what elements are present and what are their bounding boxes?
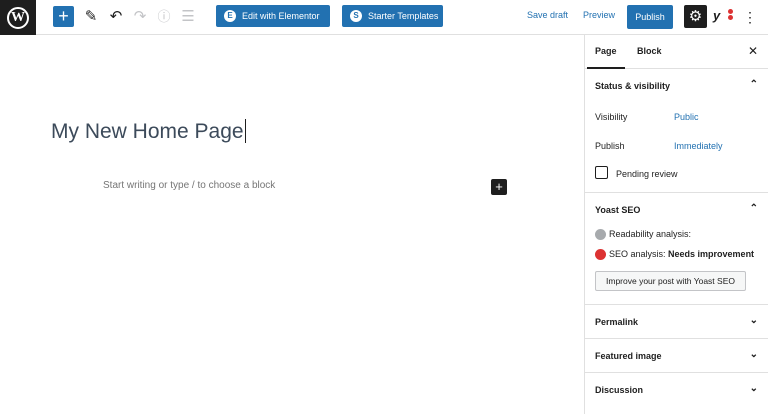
publish-row: Publish Immediately — [585, 131, 768, 160]
discussion-heading: Discussion — [595, 385, 644, 395]
edit-with-elementor-button[interactable]: E Edit with Elementor — [216, 5, 330, 27]
status-visibility-panel-toggle[interactable]: Status & visibility ⌃ — [585, 69, 768, 102]
pending-review-label: Pending review — [616, 169, 678, 179]
visibility-row: Visibility Public — [585, 102, 768, 131]
improve-seo-row: Improve your post with Yoast SEO — [585, 266, 768, 304]
top-toolbar: W + ✎ ↶ ↷ ⓘ ☰ E Edit with Elementor S St… — [0, 0, 768, 35]
readability-status-icon — [595, 229, 606, 240]
page-title-text: My New Home Page — [51, 120, 244, 143]
chevron-up-icon: ⌃ — [749, 203, 758, 214]
preview-button[interactable]: Preview — [583, 10, 615, 20]
yoast-seo-panel-toggle[interactable]: Yoast SEO ⌃ — [585, 192, 768, 226]
seo-analysis-prefix: SEO analysis: — [609, 249, 669, 259]
pending-review-row: Pending review — [585, 160, 768, 192]
chevron-down-icon: ⌄ — [749, 315, 758, 326]
gear-icon[interactable]: ⚙ — [684, 5, 707, 28]
yoast-status-dot — [728, 9, 733, 14]
pencil-icon[interactable]: ✎ — [82, 7, 100, 27]
tab-block[interactable]: Block — [637, 46, 662, 56]
seo-analysis-text: SEO analysis: Needs improvement — [609, 249, 754, 259]
pending-review-checkbox[interactable] — [595, 166, 608, 179]
publish-button[interactable]: Publish — [627, 5, 673, 29]
add-block-button[interactable]: + — [53, 6, 74, 27]
readability-analysis-row: Readability analysis: — [585, 226, 768, 246]
permalink-panel-toggle[interactable]: Permalink ⌄ — [585, 304, 768, 338]
seo-analysis-status: Needs improvement — [668, 249, 755, 259]
publish-date-value[interactable]: Immediately — [674, 141, 723, 151]
featured-image-heading: Featured image — [595, 351, 662, 361]
yoast-icon[interactable]: y — [713, 7, 733, 25]
starter-templates-icon: S — [350, 10, 362, 22]
block-placeholder[interactable]: Start writing or type / to choose a bloc… — [103, 180, 275, 191]
wordpress-logo-icon[interactable]: W — [0, 0, 36, 35]
sidebar-tabs: Page Block ✕ — [585, 35, 768, 69]
permalink-heading: Permalink — [595, 317, 639, 327]
readability-analysis-label: Readability analysis: — [609, 229, 692, 239]
starter-templates-button[interactable]: S Starter Templates — [342, 5, 443, 27]
more-vertical-icon[interactable]: ⋮ — [743, 7, 757, 27]
redo-icon[interactable]: ↷ — [131, 7, 149, 27]
yoast-status-dot — [728, 15, 733, 20]
discussion-panel-toggle[interactable]: Discussion ⌄ — [585, 372, 768, 406]
text-caret — [244, 119, 246, 143]
yoast-seo-heading: Yoast SEO — [595, 205, 641, 215]
chevron-down-icon: ⌄ — [749, 349, 758, 360]
edit-with-elementor-label: Edit with Elementor — [242, 11, 320, 21]
seo-analysis-row: SEO analysis: Needs improvement — [585, 246, 768, 266]
improve-yoast-button[interactable]: Improve your post with Yoast SEO — [595, 271, 746, 291]
settings-sidebar: Page Block ✕ Status & visibility ⌃ Visib… — [584, 35, 768, 414]
list-view-icon[interactable]: ☰ — [179, 7, 197, 27]
featured-image-panel-toggle[interactable]: Featured image ⌄ — [585, 338, 768, 372]
starter-templates-label: Starter Templates — [368, 11, 439, 21]
visibility-value[interactable]: Public — [674, 112, 699, 122]
tab-page[interactable]: Page — [587, 46, 624, 69]
status-visibility-heading: Status & visibility — [595, 81, 671, 91]
yoast-glyph: y — [713, 8, 721, 23]
chevron-up-icon: ⌃ — [749, 79, 758, 90]
info-icon[interactable]: ⓘ — [155, 7, 173, 27]
publish-label: Publish — [595, 141, 625, 151]
elementor-icon: E — [224, 10, 236, 22]
close-icon[interactable]: ✕ — [748, 44, 758, 58]
wordpress-logo-letter: W — [7, 6, 29, 29]
editor-canvas: My New Home Page Start writing or type /… — [0, 35, 584, 414]
chevron-down-icon: ⌄ — [749, 383, 758, 394]
visibility-label: Visibility — [595, 112, 628, 122]
sad-face-icon — [595, 249, 606, 260]
inline-add-block-button[interactable]: + — [491, 179, 507, 195]
save-draft-button[interactable]: Save draft — [527, 10, 568, 20]
undo-icon[interactable]: ↶ — [107, 7, 125, 27]
page-title-input[interactable]: My New Home Page — [51, 119, 246, 144]
